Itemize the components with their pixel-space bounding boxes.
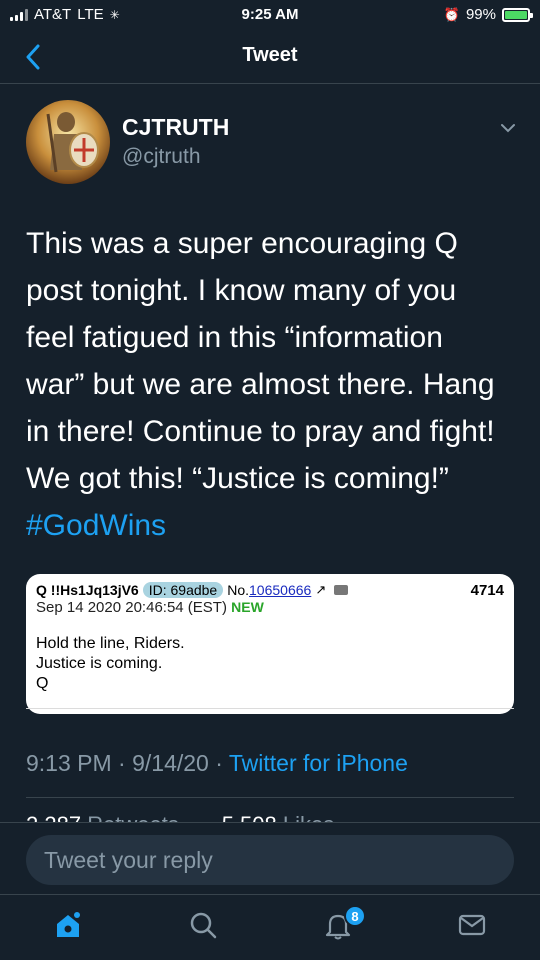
card-post-number: 4714 <box>470 582 504 599</box>
card-post-no: No.10650666 <box>227 582 311 598</box>
avatar[interactable] <box>26 100 110 184</box>
card-author: Q !!Hs1Jq13jV6 <box>36 582 139 598</box>
search-icon <box>190 912 217 939</box>
battery-icon <box>502 7 533 22</box>
card-line: Hold the line, Riders. <box>36 635 185 652</box>
status-right: ⏰ 99% <box>443 6 533 23</box>
page-title: Tweet <box>242 44 298 66</box>
tab-bar <box>0 894 540 960</box>
card-date: Sep 14 2020 20:46:54 (EST) NEW <box>36 599 264 616</box>
tweet-image[interactable]: Q !!Hs1Jq13jV6 ID: 69adbe No.10650666 ↗ … <box>26 574 514 714</box>
meta-separator: · <box>208 750 229 776</box>
battery-percent: 99% <box>465 6 496 23</box>
notifications-badge: 8 <box>344 905 366 927</box>
user-handle[interactable]: @cjtruth <box>122 145 201 169</box>
card-bottom-edge <box>26 708 514 714</box>
tweet-body: This was a super encouraging Q post toni… <box>26 227 495 495</box>
card-new-label: NEW <box>231 599 264 615</box>
reply-bar: Tweet your reply <box>0 822 540 894</box>
card-date-text: Sep 14 2020 20:46:54 (EST) <box>36 599 227 616</box>
alarm-icon: ⏰ <box>443 6 460 22</box>
card-id-badge: ID: 69adbe <box>142 582 224 598</box>
meta-separator: · <box>111 750 133 776</box>
tweet-date: 9/14/20 <box>132 750 209 776</box>
tab-home[interactable] <box>52 909 84 941</box>
tweet-time: 9:13 PM <box>26 750 112 776</box>
external-link-icon: ↗ <box>315 582 327 597</box>
tab-search[interactable] <box>187 909 219 941</box>
folder-icon <box>334 585 349 595</box>
card-no-link: 10650666 <box>249 582 312 598</box>
mail-icon <box>458 914 486 936</box>
divider <box>26 797 514 798</box>
chevron-down-icon[interactable] <box>498 118 518 138</box>
avatar-image <box>26 100 110 184</box>
tab-messages[interactable] <box>456 909 488 941</box>
hashtag-link[interactable]: #GodWins <box>26 509 166 542</box>
card-line: Justice is coming. <box>36 655 163 672</box>
tweet-meta: 9:13 PM · 9/14/20 · Twitter for iPhone <box>26 750 408 777</box>
tweet-text: This was a super encouraging Q post toni… <box>26 220 506 549</box>
display-name[interactable]: CJTRUTH <box>122 114 229 141</box>
card-no-prefix: No. <box>227 582 250 598</box>
status-bar: AT&T LTE ✳ 9:25 AM ⏰ 99% <box>0 0 540 32</box>
reply-input[interactable]: Tweet your reply <box>26 835 514 885</box>
card-body: Hold the line, Riders. Justice is coming… <box>36 634 185 694</box>
tweet-source-link[interactable]: Twitter for iPhone <box>229 750 408 776</box>
home-icon <box>57 912 80 937</box>
nav-bar: Tweet <box>0 32 540 84</box>
card-header: Q !!Hs1Jq13jV6 ID: 69adbe No.10650666 ↗ <box>36 582 349 598</box>
card-line: Q <box>36 675 49 692</box>
